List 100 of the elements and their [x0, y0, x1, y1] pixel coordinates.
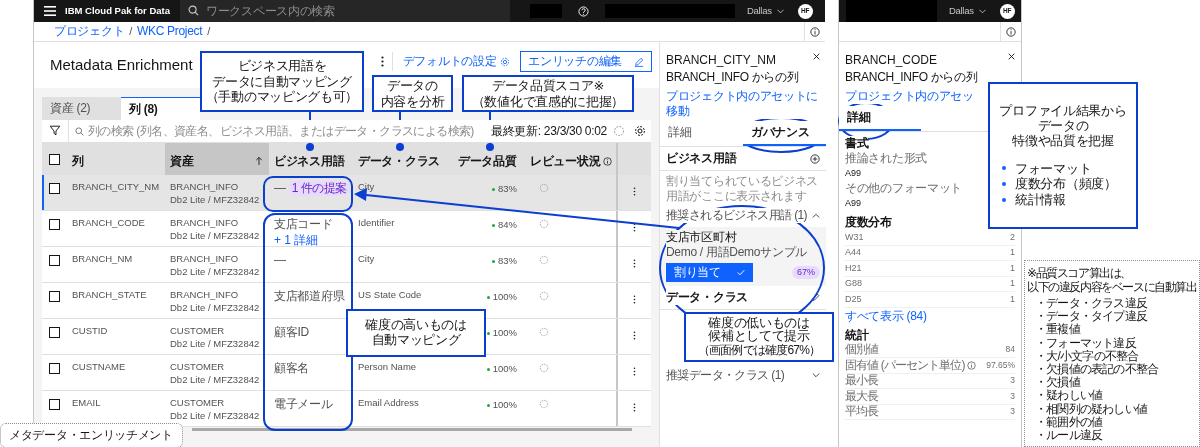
column-name: BRANCH_CITY_NM: [72, 181, 160, 192]
callout-text: 内容を分析: [380, 93, 445, 110]
value-label: D25: [845, 293, 862, 305]
note-item: ・データ・クラス違反: [1035, 297, 1147, 310]
panel-subtitle: BRANCH_INFO からの列: [845, 70, 978, 85]
asset-source: Db2 Lite / MFZ32842: [170, 265, 260, 278]
business-term: —: [274, 253, 286, 268]
last-updated-text: 最終更新: 23/3/30 0:02: [489, 120, 609, 142]
note-item: ・重複値: [1035, 323, 1080, 337]
callout-text: 確度の高いものは: [365, 318, 467, 333]
note-item: ・欠損値の表記の不整合: [1035, 363, 1159, 376]
asset-source: Db2 Lite / MFZ32842: [170, 409, 260, 422]
quality-score: 100%: [492, 363, 517, 375]
section-title: 度数分布: [845, 215, 892, 230]
business-term: 電子メール: [274, 397, 333, 412]
value-label: A44: [845, 247, 861, 259]
section-title: 推奨データ・クラス (1): [666, 368, 785, 383]
section-title: 統計: [845, 327, 869, 343]
asset-source: Db2 Lite / MFZ32842: [170, 373, 260, 386]
callout-text: データの: [387, 77, 438, 94]
section-title: データ・クラス: [666, 290, 748, 305]
statistic-label: 個別値: [845, 342, 879, 358]
business-term: —: [274, 181, 286, 196]
asset-name: BRANCH_INFO: [170, 289, 239, 301]
statistic-label: 平均長: [845, 404, 879, 420]
breadcrumb-separator: /: [207, 24, 211, 39]
asset-source: Db2 Lite / MFZ32842: [170, 337, 260, 350]
section-title: 書式: [845, 136, 869, 151]
product-name: IBM Cloud Pak for Data: [65, 5, 172, 17]
asset-name: CUSTOMER: [170, 361, 225, 373]
confidence-tag: 67%: [792, 265, 820, 280]
data-class: Person Name: [358, 361, 417, 372]
column-name: EMAIL: [72, 397, 101, 408]
breadcrumb-separator: /: [129, 24, 132, 39]
note-item: ・ルール違反: [1035, 429, 1103, 443]
callout-text: 特徴や品質を把握: [1012, 133, 1114, 149]
statistic-label: 最小長: [845, 373, 879, 389]
asset-source: Db2 Lite / MFZ32842: [170, 193, 260, 206]
quality-score: 100%: [492, 327, 517, 339]
value-label: G88: [845, 278, 862, 290]
field-label: 推論された形式: [845, 151, 927, 166]
quality-score: 84%: [498, 219, 517, 231]
caption-label: メタデータ・エンリッチメント: [0, 423, 183, 447]
panel-subtitle: BRANCH_INFO からの列: [666, 70, 799, 85]
note-item: ・フォーマット違反: [1035, 336, 1136, 350]
column-name: BRANCH_STATE: [72, 289, 147, 300]
value-count: 2: [1010, 231, 1015, 243]
column-name: CUSTID: [72, 325, 108, 336]
field-value: A99: [845, 197, 861, 210]
panel-title: BRANCH_CITY_NM: [666, 53, 776, 68]
callout-text: （手動のマッピングも可）: [205, 89, 359, 105]
statistic-value: 3: [1010, 375, 1015, 387]
suggested-term: 支店市区町村: [666, 230, 737, 245]
quality-score: 100%: [492, 291, 517, 303]
note-item: ・範囲外の値: [1035, 415, 1103, 429]
asset-name: BRANCH_INFO: [170, 217, 239, 229]
callout-text: 統計情報: [1015, 191, 1066, 208]
value-label: W31: [845, 231, 864, 243]
callout-text: （数値化で直感的に把握）: [471, 93, 625, 110]
value-count: 1: [1010, 262, 1015, 274]
value-label: H21: [845, 262, 862, 274]
callout-note: （画面例では確度67%）: [697, 344, 821, 358]
statistic-value: 97.65%: [986, 359, 1015, 371]
callout-text: 候補としてて提示: [708, 330, 810, 344]
asset-name: BRANCH_INFO: [170, 181, 239, 193]
value-count: 1: [1010, 278, 1015, 290]
statistic-label: 固有値 (パーセント単位): [845, 357, 965, 373]
callout-text: ビジネス用語を: [237, 58, 327, 74]
callout-text: データの: [1037, 118, 1089, 134]
data-class: City: [358, 181, 375, 192]
note-item: ・疑わしい値: [1035, 389, 1103, 403]
asset-name: CUSTOMER: [170, 325, 225, 337]
quality-score: 83%: [498, 255, 517, 267]
section-title: ビジネス用語: [666, 151, 737, 166]
page-title: Metadata Enrichment: [50, 56, 193, 75]
note-item: ・大/小文字の不整合: [1035, 349, 1139, 363]
callout-text: 自動マッピング: [371, 333, 461, 348]
business-term: 支店都道府県: [274, 289, 345, 304]
note-item: ・欠損値: [1035, 376, 1080, 390]
callout-text: フォーマット: [1015, 160, 1092, 177]
quality-score: 83%: [498, 183, 517, 195]
column-name: CUSTNAME: [72, 361, 126, 372]
asset-name: BRANCH_INFO: [170, 253, 239, 265]
data-class: Email Address: [358, 397, 419, 408]
note-text: ※品質スコア算出は、: [1027, 266, 1132, 280]
callout-text: プロファイル結果から: [999, 103, 1127, 119]
section-title: 推奨されるビジネス用語 (1): [666, 208, 807, 223]
empty-state-text: 割り当てられているビジネス用語がここに表示されます: [666, 174, 820, 204]
callout-text: データに自動マッピング: [212, 73, 352, 90]
statistic-value: 3: [1010, 406, 1015, 418]
note-item: ・相関列の疑わしい値: [1035, 402, 1147, 416]
statistic-value: 3: [1010, 390, 1015, 402]
callout-text: 確度の低いものは: [708, 316, 810, 330]
callout-text: データ品質スコア※: [491, 77, 605, 94]
data-class: City: [358, 253, 375, 264]
asset-source: Db2 Lite / MFZ32842: [170, 301, 260, 314]
business-term: 顧客名: [274, 361, 310, 376]
column-name: BRANCH_NM: [72, 253, 133, 264]
field-label: その他のフォーマット: [845, 181, 962, 196]
data-class: Identifier: [358, 217, 395, 228]
